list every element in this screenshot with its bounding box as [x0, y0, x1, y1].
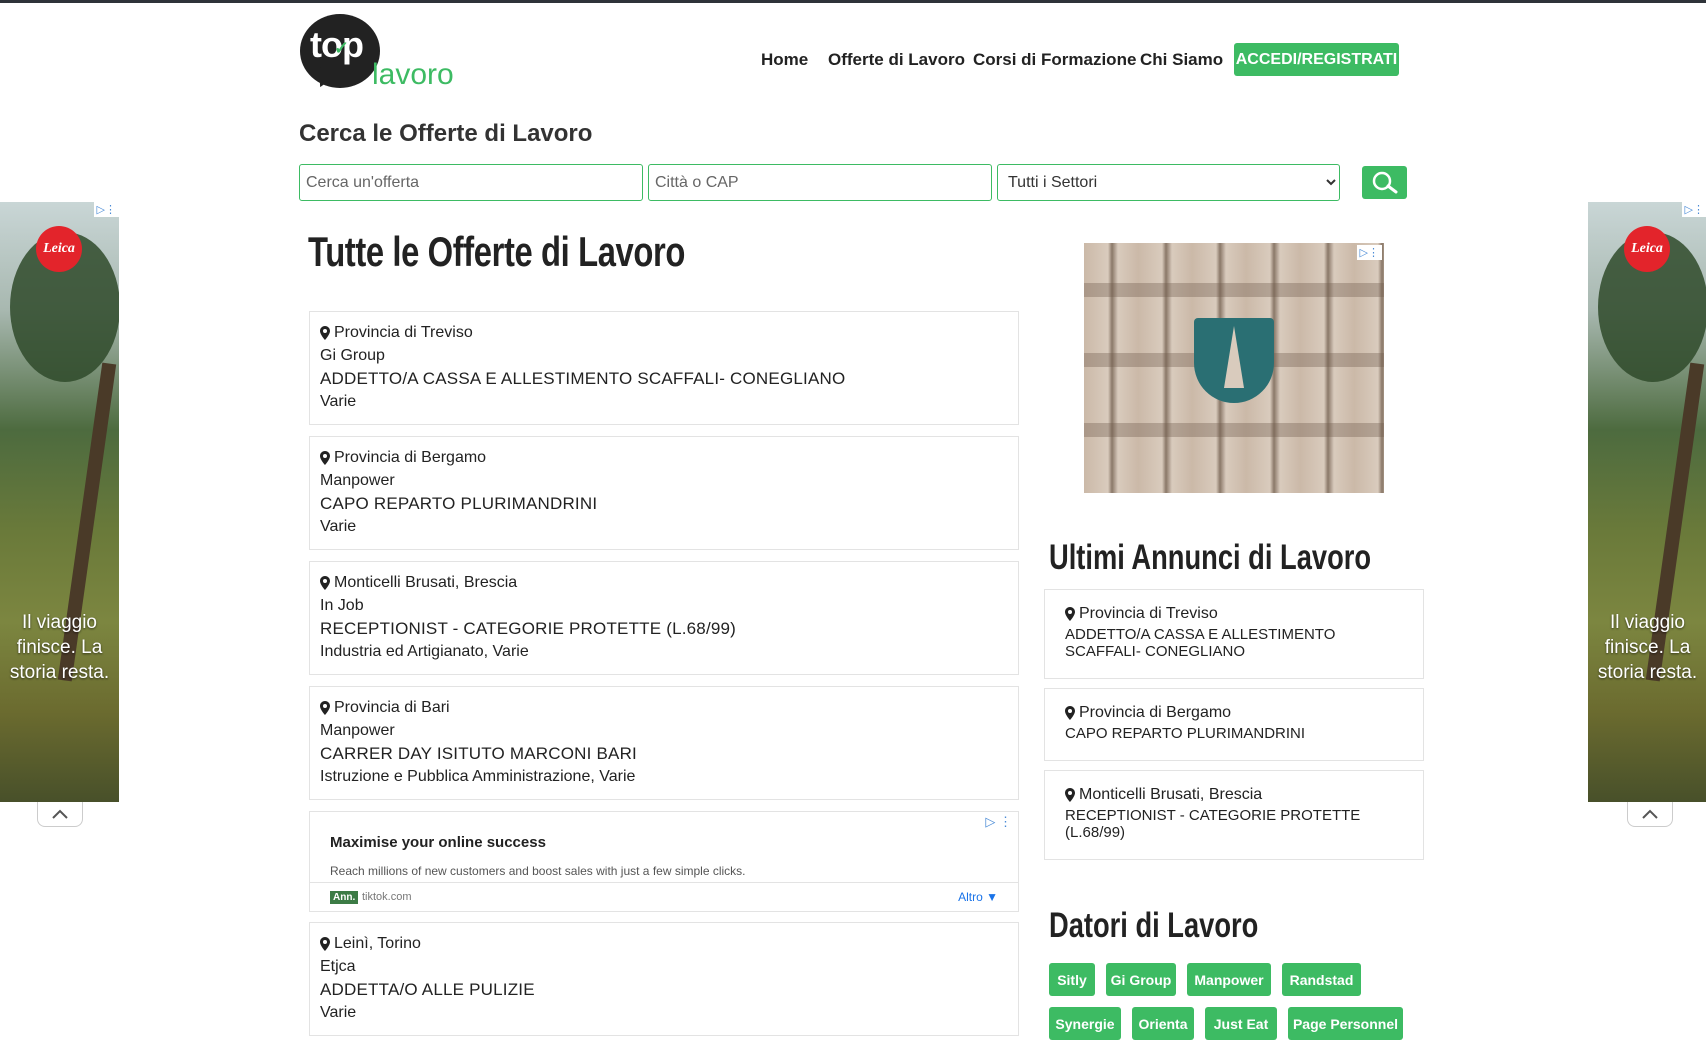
latest-ad-location: Provincia di Treviso: [1079, 605, 1218, 622]
search-button[interactable]: [1362, 166, 1407, 199]
employer-tag-manpower[interactable]: Manpower: [1187, 963, 1271, 996]
map-pin-icon: [320, 701, 330, 715]
ad-choices-icon[interactable]: ▷⋮: [93, 202, 119, 217]
job-category: Varie: [320, 518, 357, 535]
map-pin-icon: [320, 326, 330, 340]
job-company: Manpower: [320, 471, 395, 489]
leica-logo: Leica: [1624, 226, 1670, 272]
login-register-button[interactable]: ACCEDI/REGISTRATI: [1234, 43, 1399, 76]
employer-tag-randstad[interactable]: Randstad: [1282, 963, 1361, 996]
inline-ad-domain: tiktok.com: [362, 891, 412, 903]
latest-ads-title: Ultimi Annunci di Lavoro: [1049, 538, 1372, 577]
job-company: Etjca: [320, 957, 356, 975]
side-ad-left[interactable]: Leica Il viaggio finisce. La storia rest…: [0, 202, 119, 802]
job-card[interactable]: Provincia di Bergamo Manpower CAPO REPAR…: [309, 436, 1019, 550]
job-title[interactable]: CAPO REPARTO PLURIMANDRINI: [320, 492, 1008, 515]
search-icon: [1372, 171, 1397, 193]
job-card[interactable]: Provincia di Bari Manpower CARRER DAY IS…: [309, 686, 1019, 800]
employers-title: Datori di Lavoro: [1049, 906, 1259, 945]
job-category: Varie: [320, 393, 357, 410]
job-title[interactable]: CARRER DAY ISITUTO MARCONI BARI: [320, 742, 1008, 765]
job-card[interactable]: Provincia di Treviso Gi Group ADDETTO/A …: [309, 311, 1019, 425]
job-card[interactable]: Leinì, Torino Etjca ADDETTA/O ALLE PULIZ…: [309, 922, 1019, 1036]
map-pin-icon: [320, 937, 330, 951]
job-company: Manpower: [320, 721, 395, 739]
inline-ad[interactable]: ▷ ⋮ Maximise your online success Reach m…: [309, 811, 1019, 912]
job-category: Varie: [320, 1004, 357, 1021]
latest-ad-title[interactable]: CAPO REPARTO PLURIMANDRINI: [1065, 725, 1403, 742]
job-category: Istruzione e Pubblica Amministrazione, V…: [320, 768, 636, 785]
chevron-up-icon: [1642, 809, 1658, 819]
logo-word-lavoro: lavoro: [372, 58, 454, 91]
inline-ad-divider: [310, 882, 1018, 883]
inline-ad-more-label: Altro: [958, 890, 983, 904]
nav-chi-siamo[interactable]: Chi Siamo: [1140, 50, 1223, 70]
ad-image-arches: [1084, 423, 1384, 437]
employer-tag-synergie[interactable]: Synergie: [1049, 1007, 1121, 1040]
side-ad-right-collapse[interactable]: [1627, 802, 1673, 827]
nav-corsi-di-formazione[interactable]: Corsi di Formazione: [973, 50, 1136, 70]
chevron-up-icon: [52, 809, 68, 819]
ad-image-arches: [1084, 283, 1384, 297]
job-card[interactable]: Monticelli Brusati, Brescia In Job RECEP…: [309, 561, 1019, 675]
ad-label-badge: Ann.: [330, 891, 359, 904]
offer-search-input[interactable]: [299, 164, 643, 201]
job-location: Monticelli Brusati, Brescia: [334, 574, 518, 591]
nav-offerte-di-lavoro[interactable]: Offerte di Lavoro: [828, 50, 965, 70]
job-category: Industria ed Artigianato, Varie: [320, 643, 529, 660]
job-location: Provincia di Bari: [334, 699, 450, 716]
latest-ad-title[interactable]: RECEPTIONIST - CATEGORIE PROTETTE (L.68/…: [1065, 807, 1403, 841]
latest-ad-card[interactable]: Provincia di Bergamo CAPO REPARTO PLURIM…: [1044, 688, 1424, 761]
employer-tag-just-eat[interactable]: Just Eat: [1205, 1007, 1277, 1040]
inline-ad-headline[interactable]: Maximise your online success: [330, 834, 546, 851]
ad-choices-icon[interactable]: ▷ ⋮: [985, 814, 1012, 830]
job-company: In Job: [320, 596, 364, 614]
latest-ad-location: Monticelli Brusati, Brescia: [1079, 786, 1263, 803]
leica-logo: Leica: [36, 226, 82, 272]
map-pin-icon: [320, 451, 330, 465]
map-pin-icon: [1065, 607, 1075, 621]
employer-tag-page-personnel[interactable]: Page Personnel: [1288, 1007, 1403, 1040]
site-logo[interactable]: top ✓ lavoro: [300, 14, 465, 94]
latest-ad-card[interactable]: Provincia di Treviso ADDETTO/A CASSA E A…: [1044, 589, 1424, 679]
side-ad-left-collapse[interactable]: [37, 802, 83, 827]
inline-ad-text: Reach millions of new customers and boos…: [330, 864, 746, 878]
side-ad-text: Il viaggio finisce. La storia resta.: [1597, 612, 1698, 683]
ad-choices-icon[interactable]: ▷⋮: [1356, 245, 1382, 260]
map-pin-icon: [1065, 706, 1075, 720]
side-ad-right[interactable]: Leica Il viaggio finisce. La storia rest…: [1588, 202, 1706, 802]
job-location: Provincia di Bergamo: [334, 449, 487, 466]
employer-tag-orienta[interactable]: Orienta: [1132, 1007, 1194, 1040]
top-border: [0, 0, 1706, 3]
city-search-input[interactable]: [648, 164, 992, 201]
job-title[interactable]: RECEPTIONIST - CATEGORIE PROTETTE (L.68/…: [320, 617, 1008, 640]
sidebar-display-ad[interactable]: ▷⋮: [1084, 243, 1384, 493]
latest-ad-card[interactable]: Monticelli Brusati, Brescia RECEPTIONIST…: [1044, 770, 1424, 860]
inline-ad-more-link[interactable]: Altro ▼: [958, 890, 998, 904]
ad-choices-icon[interactable]: ▷⋮: [1681, 202, 1706, 217]
job-title[interactable]: ADDETTO/A CASSA E ALLESTIMENTO SCAFFALI-…: [320, 367, 1008, 390]
job-company: Gi Group: [320, 346, 385, 364]
side-ad-text: Il viaggio finisce. La storia resta.: [9, 612, 110, 683]
job-location: Provincia di Treviso: [334, 324, 473, 341]
sector-select[interactable]: Tutti i Settori: [997, 164, 1340, 201]
job-location: Leinì, Torino: [334, 935, 421, 952]
latest-ad-title[interactable]: ADDETTO/A CASSA E ALLESTIMENTO SCAFFALI-…: [1065, 626, 1403, 660]
page-title: Tutte le Offerte di Lavoro: [308, 228, 685, 275]
job-title[interactable]: ADDETTA/O ALLE PULIZIE: [320, 978, 1008, 1001]
search-title: Cerca le Offerte di Lavoro: [299, 120, 593, 147]
employer-tag-sitly[interactable]: Sitly: [1049, 963, 1095, 996]
caret-down-icon: ▼: [986, 890, 998, 904]
map-pin-icon: [320, 576, 330, 590]
employer-tag-gi-group[interactable]: Gi Group: [1106, 963, 1176, 996]
nav-home[interactable]: Home: [761, 50, 808, 70]
check-icon: ✓: [334, 38, 350, 58]
latest-ad-location: Provincia di Bergamo: [1079, 704, 1232, 721]
ad-shield-logo: [1194, 318, 1274, 403]
map-pin-icon: [1065, 788, 1075, 802]
